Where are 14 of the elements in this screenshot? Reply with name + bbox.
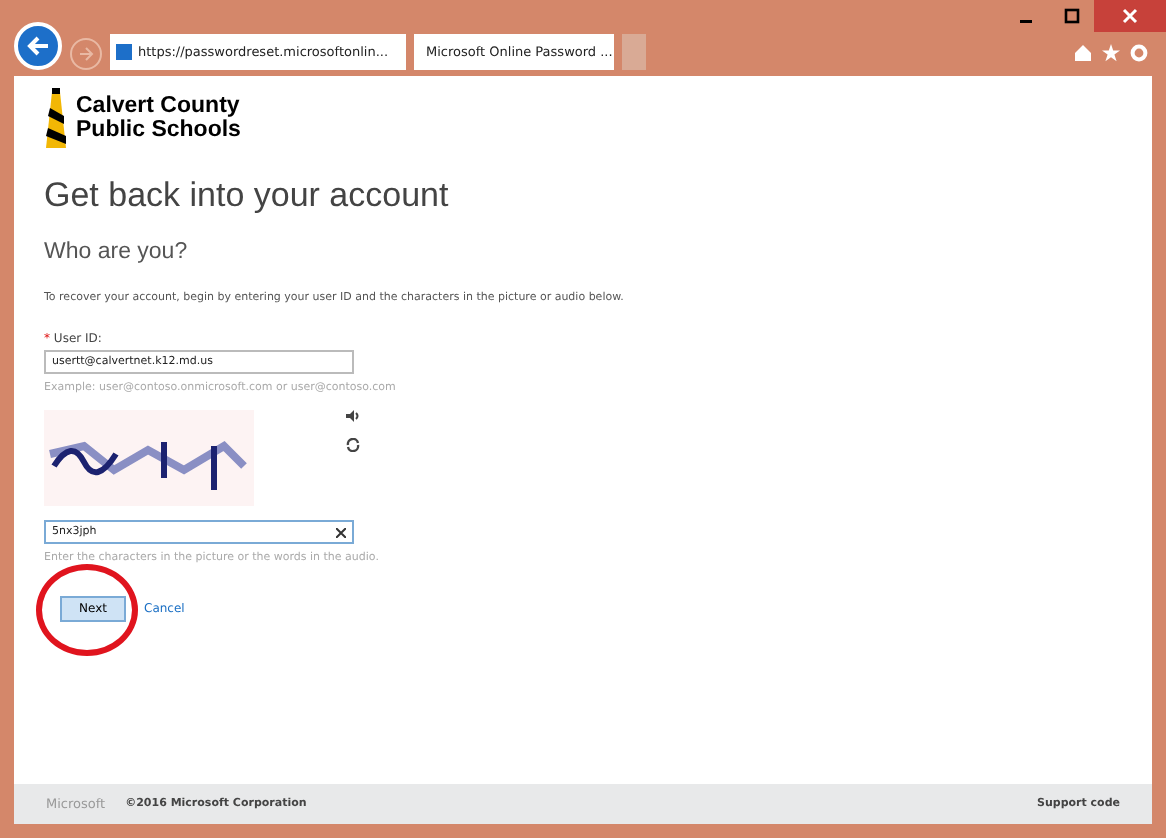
lighthouse-logo-icon: [44, 88, 68, 148]
clear-icon[interactable]: [336, 527, 346, 537]
page-heading: Get back into your account: [44, 176, 451, 216]
close-icon[interactable]: [1094, 0, 1166, 32]
star-icon[interactable]: [1102, 43, 1120, 61]
logo-text: Public Schools: [76, 118, 241, 142]
refresh-icon[interactable]: [346, 438, 360, 452]
back-icon[interactable]: [14, 22, 62, 70]
home-icon[interactable]: [1074, 43, 1092, 61]
speaker-icon[interactable]: [346, 410, 360, 422]
annotation-circle: [36, 564, 138, 656]
logo-text: Calvert County: [76, 94, 241, 118]
section-heading: Who are you?: [44, 240, 190, 264]
settings-icon[interactable]: [1130, 43, 1148, 61]
